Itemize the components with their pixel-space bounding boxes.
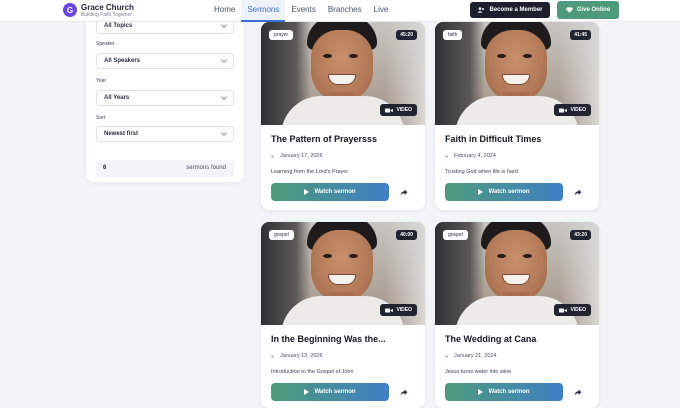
sort-select-value: Newest first: [104, 131, 139, 137]
results-count-text: sermons found: [186, 165, 226, 171]
watch-sermon-button[interactable]: Watch sermon: [445, 183, 563, 201]
watch-sermon-button[interactable]: Watch sermon: [271, 183, 389, 201]
become-member-label: Become a Member: [489, 7, 543, 13]
video-badge-label: VIDEO: [396, 307, 412, 313]
sermon-card[interactable]: faith 41:45 VIDEO Faith in Difficult Tim…: [435, 22, 599, 210]
sort-select[interactable]: Newest first: [96, 126, 234, 142]
calendar-icon: [445, 154, 448, 158]
sort-label: Sort: [96, 115, 106, 121]
topic-tag: prayer: [269, 30, 294, 40]
heart-icon: [566, 7, 573, 13]
video-camera-icon: [559, 308, 568, 312]
duration-badge: 40:00: [396, 230, 417, 240]
give-online-button[interactable]: Give Online: [557, 1, 619, 19]
sermon-thumbnail[interactable]: gospel 43:20 VIDEO: [435, 222, 599, 325]
duration-badge: 45:20: [396, 30, 417, 40]
video-badge: VIDEO: [554, 104, 591, 116]
sermon-card[interactable]: prayer 45:20 VIDEO The Pattern of Prayer…: [261, 22, 425, 210]
play-icon: [304, 389, 310, 395]
sermon-card[interactable]: gospel 43:20 VIDEO The Wedding at Cana J…: [435, 222, 599, 408]
year-label: Year: [96, 78, 107, 84]
video-badge-label: VIDEO: [570, 307, 586, 313]
calendar-icon: [271, 354, 274, 358]
users-icon: [477, 7, 485, 13]
calendar-icon: [445, 354, 448, 358]
year-select-value: All Years: [104, 95, 130, 101]
sermon-thumbnail[interactable]: faith 41:45 VIDEO: [435, 22, 599, 125]
watch-sermon-label: Watch sermon: [488, 189, 530, 195]
sermon-description: Jesus turns water into wine: [445, 369, 512, 375]
sermon-title[interactable]: The Wedding at Cana: [445, 334, 593, 344]
play-icon: [478, 189, 484, 195]
main-nav: Home Sermons Events Branches Live: [208, 0, 394, 22]
speaker-select-value: All Speakers: [104, 58, 141, 64]
play-icon: [304, 189, 310, 195]
sermon-title[interactable]: In the Beginning Was the...: [271, 334, 419, 344]
brand-tagline: Building Faith Together: [81, 12, 133, 18]
sermon-date: January 13, 2026: [271, 353, 323, 359]
sermon-date: February 4, 2024: [445, 153, 496, 159]
duration-badge: 43:20: [570, 230, 591, 240]
share-icon[interactable]: [571, 185, 585, 199]
video-badge-label: VIDEO: [396, 107, 412, 113]
watch-sermon-button[interactable]: Watch sermon: [271, 383, 389, 401]
speaker-select[interactable]: All Speakers: [96, 53, 234, 69]
nav-branches[interactable]: Branches: [322, 0, 368, 22]
watch-sermon-button[interactable]: Watch sermon: [445, 383, 563, 401]
brand-name: Grace Church: [81, 3, 134, 12]
video-badge: VIDEO: [380, 104, 417, 116]
sermon-date: January 17, 2026: [271, 153, 323, 159]
sermon-thumbnail[interactable]: gospel 40:00 VIDEO: [261, 222, 425, 325]
topic-tag: faith: [443, 30, 463, 40]
share-icon[interactable]: [571, 385, 585, 399]
nav-live[interactable]: Live: [368, 0, 395, 22]
video-badge-label: VIDEO: [570, 107, 586, 113]
sermon-title[interactable]: Faith in Difficult Times: [445, 134, 593, 144]
year-select[interactable]: All Years: [96, 90, 234, 106]
sermon-title[interactable]: The Pattern of Prayersss: [271, 134, 419, 144]
nav-events[interactable]: Events: [285, 0, 321, 22]
sermon-date-text: January 21, 2024: [454, 353, 497, 359]
sermon-date-text: February 4, 2024: [454, 153, 496, 159]
sermon-card[interactable]: gospel 40:00 VIDEO In the Beginning Was …: [261, 222, 425, 408]
topic-tag: gospel: [269, 230, 294, 240]
play-icon: [478, 389, 484, 395]
brand[interactable]: Grace Church Building Faith Together: [81, 3, 134, 19]
site-header: G Grace Church Building Faith Together H…: [0, 0, 680, 22]
video-camera-icon: [559, 108, 568, 112]
video-badge: VIDEO: [380, 304, 417, 316]
church-logo[interactable]: G: [63, 3, 77, 17]
video-badge: VIDEO: [554, 304, 591, 316]
chevron-down-icon: [221, 22, 227, 28]
video-camera-icon: [385, 108, 394, 112]
speaker-label: Speaker: [96, 41, 115, 47]
share-icon[interactable]: [397, 185, 411, 199]
sermon-date: January 21, 2024: [445, 353, 497, 359]
sermon-filters: All Topics Speaker All Speakers Year All…: [86, 8, 244, 182]
nav-sermons[interactable]: Sermons: [241, 0, 286, 22]
sermon-date-text: January 17, 2026: [280, 153, 323, 159]
duration-badge: 41:45: [570, 30, 591, 40]
become-member-button[interactable]: Become a Member: [470, 2, 550, 18]
sermon-date-text: January 13, 2026: [280, 353, 323, 359]
calendar-icon: [271, 154, 274, 158]
chevron-down-icon: [221, 57, 227, 63]
results-count: 6 sermons found: [96, 160, 234, 177]
sermon-description: Introduction to the Gospel of John: [271, 369, 354, 375]
topic-tag: gospel: [443, 230, 468, 240]
sermon-thumbnail[interactable]: prayer 45:20 VIDEO: [261, 22, 425, 125]
chevron-down-icon: [221, 94, 227, 100]
watch-sermon-label: Watch sermon: [314, 389, 356, 395]
video-camera-icon: [385, 308, 394, 312]
sermon-description: Learning from the Lord's Prayer: [271, 169, 349, 175]
watch-sermon-label: Watch sermon: [488, 389, 530, 395]
watch-sermon-label: Watch sermon: [314, 189, 356, 195]
results-count-number: 6: [103, 165, 107, 171]
nav-home[interactable]: Home: [208, 0, 241, 22]
chevron-down-icon: [221, 130, 227, 136]
sermon-description: Trusting God when life is hard: [445, 169, 518, 175]
share-icon[interactable]: [397, 385, 411, 399]
give-online-label: Give Online: [576, 7, 611, 13]
topic-select-value: All Topics: [104, 23, 133, 29]
